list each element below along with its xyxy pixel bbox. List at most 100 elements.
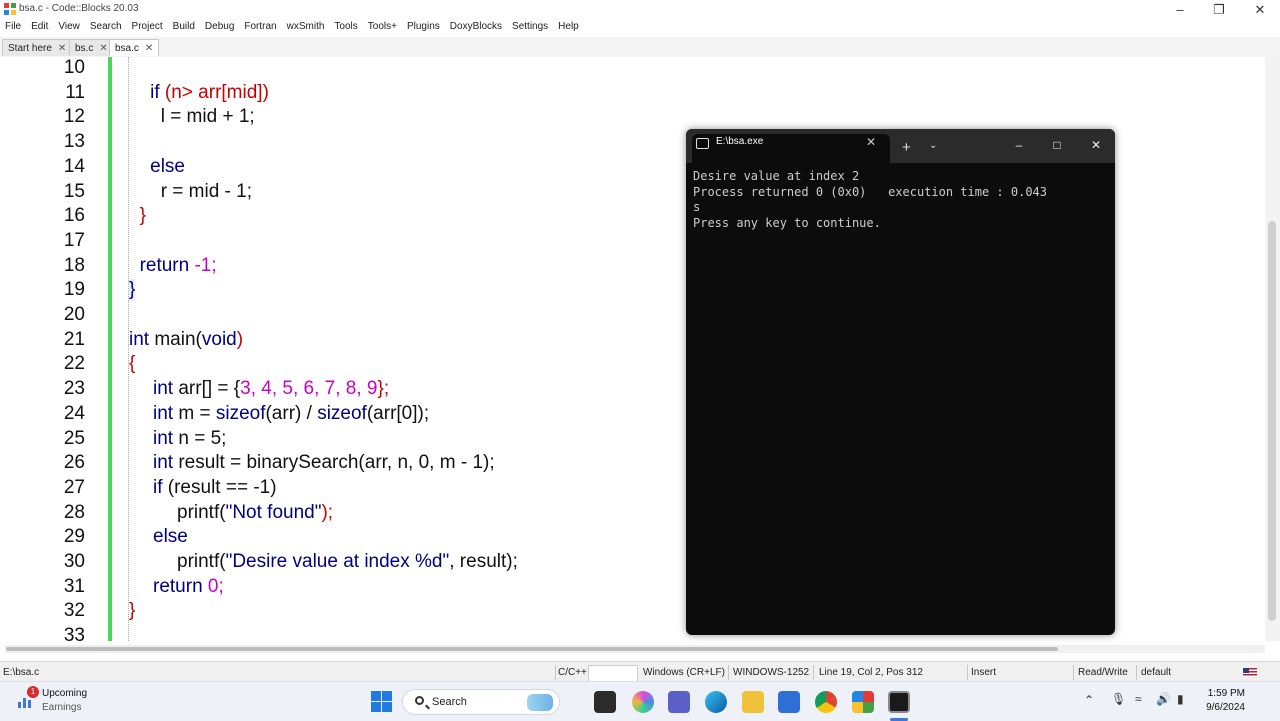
status-encoding: WINDOWS-1252 <box>733 667 810 678</box>
menu-build[interactable]: Build <box>168 21 200 32</box>
file-explorer-icon[interactable] <box>742 691 764 713</box>
tab-label: bsa.c <box>115 42 139 54</box>
code-line-14: else <box>150 155 185 177</box>
line-number: 17 <box>63 229 85 251</box>
code-line-21: int main(void) <box>129 328 244 350</box>
code-line-18: return -1; <box>139 254 217 276</box>
notification-badge: 1 <box>27 686 39 698</box>
code-line-30: printf("Desire value at index %d", resul… <box>177 551 518 572</box>
menu-file[interactable]: File <box>0 21 26 32</box>
console-minimize-button[interactable]: – <box>1004 138 1034 152</box>
menu-wxsmith[interactable]: wxSmith <box>282 21 330 32</box>
new-tab-icon[interactable]: + <box>902 139 911 156</box>
status-separator <box>1073 665 1074 680</box>
chevron-up-icon[interactable]: ⌃ <box>1084 693 1094 707</box>
edge-icon[interactable] <box>705 691 727 713</box>
line-number: 27 <box>63 476 85 498</box>
status-insert-mode: Insert <box>971 667 997 678</box>
close-icon[interactable]: ✕ <box>866 135 876 149</box>
windows-start-icon[interactable] <box>371 691 392 712</box>
menu-project[interactable]: Project <box>127 21 168 32</box>
close-icon[interactable]: ✕ <box>58 43 66 54</box>
menu-doxyblocks[interactable]: DoxyBlocks <box>445 21 507 32</box>
chevron-down-icon[interactable]: ⌄ <box>929 140 937 151</box>
terminal-taskbar-icon[interactable] <box>888 691 910 713</box>
line-number: 28 <box>63 501 85 523</box>
menu-tools[interactable]: Tools <box>329 21 362 32</box>
task-view-icon[interactable] <box>594 691 616 713</box>
menu-tools-plus[interactable]: Tools+ <box>363 21 402 32</box>
code-line-22: { <box>129 353 136 375</box>
volume-icon[interactable]: 🔊 <box>1156 692 1171 706</box>
tab-bsa-c[interactable]: bsa.c ✕ <box>109 39 160 56</box>
tab-start-here[interactable]: Start here ✕ <box>2 39 73 56</box>
copilot-icon[interactable] <box>632 691 654 713</box>
line-number: 10 <box>63 57 85 78</box>
clock-time[interactable]: 1:59 PM <box>1203 688 1245 699</box>
maximize-button[interactable]: ❐ <box>1199 0 1239 19</box>
code-line-32: } <box>129 600 136 622</box>
editor-tab-bar: Start here ✕ bs.c ✕ bsa.c ✕ <box>0 37 1280 58</box>
menu-plugins[interactable]: Plugins <box>402 21 445 32</box>
menu-help[interactable]: Help <box>553 21 584 32</box>
line-number: 24 <box>63 402 85 424</box>
battery-icon[interactable]: ▮ <box>1177 692 1184 706</box>
console-tab-title: E:\bsa.exe <box>716 136 764 147</box>
console-window[interactable]: E:\bsa.exe ✕ + ⌄ – □ ✕ Desire value at i… <box>686 129 1115 635</box>
menu-search[interactable]: Search <box>85 21 127 32</box>
line-number: 31 <box>63 575 85 597</box>
code-line-28: printf("Not found"); <box>177 501 334 523</box>
microphone-icon[interactable]: 🎙 <box>1111 692 1126 706</box>
line-number: 11 <box>65 81 85 103</box>
tab-label: bs.c <box>75 42 94 54</box>
code-line-15: r = mid - 1; <box>160 180 253 202</box>
status-file-path: E:\bsa.c <box>3 667 40 678</box>
tab-bs-c[interactable]: bs.c ✕ <box>69 39 114 56</box>
menu-fortran[interactable]: Fortran <box>239 21 281 32</box>
chrome-icon[interactable] <box>815 691 837 713</box>
code-line-11: if (n> arr[mid]) <box>150 81 269 103</box>
status-separator <box>1136 665 1137 680</box>
close-icon[interactable]: ✕ <box>99 43 107 54</box>
console-close-button[interactable]: ✕ <box>1081 138 1111 152</box>
code-line-24: int m = sizeof(arr) / sizeof(arr[0]); <box>153 402 430 424</box>
horizontal-scroll-thumb[interactable] <box>6 647 1058 651</box>
status-bar: E:\bsa.c C/C++ Windows (CR+LF) WINDOWS-1… <box>0 661 1280 682</box>
line-number: 33 <box>63 625 85 641</box>
menu-settings[interactable]: Settings <box>507 21 553 32</box>
line-number: 18 <box>63 254 85 276</box>
minimize-button[interactable]: – <box>1160 0 1200 19</box>
console-title-bar: E:\bsa.exe ✕ + ⌄ – □ ✕ <box>686 129 1115 163</box>
line-number: 13 <box>63 131 85 153</box>
menu-view[interactable]: View <box>53 21 85 32</box>
code-line-23: int arr[] = {3, 4, 5, 6, 7, 8, 9}; <box>153 378 390 400</box>
close-icon[interactable]: ✕ <box>145 43 153 54</box>
wifi-icon[interactable]: ≈ <box>1135 692 1142 706</box>
codeblocks-taskbar-icon[interactable] <box>852 691 874 713</box>
teams-icon[interactable] <box>668 691 690 713</box>
widget-subtitle[interactable]: Earnings <box>42 702 81 713</box>
code-line-29: else <box>153 526 188 548</box>
code-line-12: l = mid + 1; <box>160 106 255 128</box>
microsoft-store-icon[interactable] <box>778 691 800 713</box>
code-line-25: int n = 5; <box>153 427 227 449</box>
console-maximize-button[interactable]: □ <box>1042 138 1072 152</box>
code-line-19: } <box>129 279 136 302</box>
line-number: 22 <box>63 353 85 375</box>
language-box <box>588 665 638 682</box>
line-number: 20 <box>63 304 85 325</box>
taskbar-search-box[interactable]: Search <box>402 689 560 715</box>
line-number: 21 <box>63 328 85 350</box>
vertical-scroll-thumb[interactable] <box>1268 221 1276 621</box>
close-button[interactable]: ✕ <box>1240 0 1280 19</box>
menu-bar: File Edit View Search Project Build Debu… <box>0 19 1280 36</box>
search-label: Search <box>432 696 467 708</box>
menu-edit[interactable]: Edit <box>26 21 53 32</box>
taskbar: 1 Upcoming Earnings Search ⌃ 🎙 ≈ 🔊 ▮ 1:5… <box>0 681 1280 721</box>
clock-date[interactable]: 9/6/2024 <box>1199 702 1245 713</box>
line-number: 30 <box>63 551 85 572</box>
menu-debug[interactable]: Debug <box>200 21 239 32</box>
line-number: 26 <box>63 452 85 474</box>
status-separator <box>813 665 814 680</box>
widget-title[interactable]: Upcoming <box>42 688 87 699</box>
